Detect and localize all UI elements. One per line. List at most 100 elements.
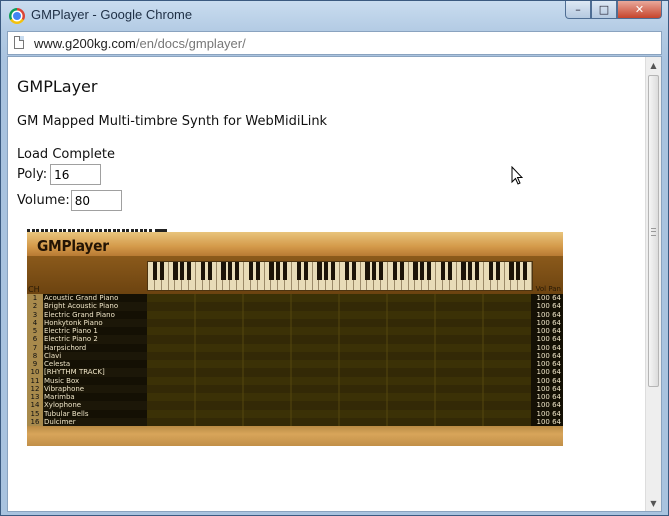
volume-row: Volume: xyxy=(17,190,122,211)
black-key[interactable] xyxy=(324,262,329,280)
channel-row[interactable]: 11 Music Box 100 64 xyxy=(27,376,563,385)
program-name[interactable]: Celesta xyxy=(43,360,147,368)
channel-row[interactable]: 8 Clavi 100 64 xyxy=(27,351,563,360)
black-key[interactable] xyxy=(447,262,452,280)
channel-row[interactable]: 16 Dulcimer 100 64 xyxy=(27,417,563,426)
channel-row[interactable]: 15 Tubular Bells 100 64 xyxy=(27,409,563,418)
black-key[interactable] xyxy=(522,262,528,280)
channel-row[interactable]: 5 Electric Piano 1 100 64 xyxy=(27,327,563,336)
channel-row[interactable]: 14 Xylophone 100 64 xyxy=(27,401,563,410)
channel-row[interactable]: 12 Vibraphone 100 64 xyxy=(27,384,563,393)
program-name[interactable]: Honkytonk Piano xyxy=(43,318,147,327)
channel-row[interactable]: 6 Electric Piano 2 100 64 xyxy=(27,335,563,344)
program-name[interactable]: Acoustic Grand Piano xyxy=(43,294,147,302)
program-name[interactable]: Harpsichord xyxy=(43,344,147,352)
black-key[interactable] xyxy=(228,262,233,280)
program-name[interactable]: Marimba xyxy=(43,393,147,401)
vol-pan-values: 100 64 xyxy=(536,409,562,418)
page-subtitle: GM Mapped Multi-timbre Synth for WebMidi… xyxy=(17,114,328,129)
channel-row[interactable]: 7 Harpsichord 100 64 xyxy=(27,343,563,352)
close-button[interactable]: ✕ xyxy=(617,1,662,19)
vol-pan-values: 100 64 xyxy=(536,417,562,426)
channel-row[interactable]: 2 Bright Acoustic Piano 100 64 xyxy=(27,302,563,311)
black-key[interactable] xyxy=(509,262,514,280)
scroll-down-arrow-icon[interactable]: ▼ xyxy=(646,495,661,511)
program-name[interactable]: Vibraphone xyxy=(43,384,147,393)
black-key[interactable] xyxy=(269,262,274,280)
black-key[interactable] xyxy=(344,262,350,280)
black-key[interactable] xyxy=(426,262,432,280)
program-name[interactable]: Tubular Bells xyxy=(43,410,147,418)
scrollbar-thumb[interactable] xyxy=(648,75,659,387)
black-key[interactable] xyxy=(186,262,192,280)
black-key[interactable] xyxy=(516,262,521,280)
black-key[interactable] xyxy=(255,262,260,280)
scroll-up-arrow-icon[interactable]: ▲ xyxy=(646,57,661,73)
black-key[interactable] xyxy=(495,262,500,280)
black-key[interactable] xyxy=(152,262,158,280)
black-key[interactable] xyxy=(159,262,164,280)
vertical-scrollbar[interactable]: ▲ ▼ xyxy=(645,57,661,511)
black-key[interactable] xyxy=(173,262,178,280)
black-key[interactable] xyxy=(399,262,404,280)
vol-pan-values: 100 64 xyxy=(536,343,562,352)
black-key[interactable] xyxy=(365,262,370,280)
channel-row[interactable]: 9 Celesta 100 64 xyxy=(27,360,563,369)
black-key[interactable] xyxy=(207,262,212,280)
black-key[interactable] xyxy=(180,262,185,280)
note-lane xyxy=(147,384,531,393)
poly-input[interactable] xyxy=(50,164,102,185)
black-key[interactable] xyxy=(303,262,308,280)
black-key[interactable] xyxy=(474,262,480,280)
page-title: GMPLayer xyxy=(17,77,98,96)
black-key[interactable] xyxy=(317,262,322,280)
black-key[interactable] xyxy=(200,262,206,280)
vol-pan-values: 100 64 xyxy=(536,302,562,311)
black-key[interactable] xyxy=(330,262,336,280)
maximize-button[interactable]: □ xyxy=(591,1,617,19)
black-key[interactable] xyxy=(276,262,281,280)
channel-row[interactable]: 3 Electric Grand Piano 100 64 xyxy=(27,310,563,319)
program-name[interactable]: Clavi xyxy=(43,351,147,360)
program-name[interactable]: Dulcimer xyxy=(43,417,147,426)
program-name[interactable]: Electric Piano 2 xyxy=(43,335,147,344)
black-key[interactable] xyxy=(234,262,240,280)
black-key[interactable] xyxy=(420,262,425,280)
channel-number: 10 xyxy=(27,368,43,377)
black-key[interactable] xyxy=(413,262,418,280)
black-key[interactable] xyxy=(488,262,494,280)
black-key[interactable] xyxy=(461,262,466,280)
program-name[interactable]: Bright Acoustic Piano xyxy=(43,302,147,311)
window-controls: – □ ✕ xyxy=(565,1,662,21)
channel-row[interactable]: 10 [RHYTHM TRACK] 100 64 xyxy=(27,368,563,377)
black-key[interactable] xyxy=(221,262,226,280)
program-name[interactable]: [RHYTHM TRACK] xyxy=(43,368,147,377)
black-key[interactable] xyxy=(296,262,302,280)
program-name[interactable]: Xylophone xyxy=(43,401,147,410)
black-key[interactable] xyxy=(351,262,356,280)
black-key[interactable] xyxy=(392,262,398,280)
black-key[interactable] xyxy=(468,262,473,280)
black-key[interactable] xyxy=(248,262,254,280)
black-key[interactable] xyxy=(378,262,384,280)
black-key[interactable] xyxy=(372,262,377,280)
gmplayer-synth[interactable]: GMPlayer CH Vol Pan 1 Acoustic Grand Pian… xyxy=(27,229,563,446)
channel-row[interactable]: 1 Acoustic Grand Piano 100 64 xyxy=(27,294,563,303)
piano-keyboard[interactable] xyxy=(147,261,533,291)
black-key[interactable] xyxy=(440,262,446,280)
url-text[interactable]: www.g200kg.com/en/docs/gmplayer/ xyxy=(34,36,246,51)
black-key[interactable] xyxy=(282,262,288,280)
program-name[interactable]: Music Box xyxy=(43,377,147,385)
program-name[interactable]: Electric Piano 1 xyxy=(43,327,147,335)
channel-number: 7 xyxy=(27,343,43,352)
vol-pan-values: 100 64 xyxy=(536,327,562,335)
channel-row[interactable]: 4 Honkytonk Piano 100 64 xyxy=(27,318,563,327)
title-bar[interactable]: GMPlayer - Google Chrome – □ ✕ xyxy=(1,1,668,31)
channel-row[interactable]: 13 Marimba 100 64 xyxy=(27,393,563,402)
note-lane xyxy=(147,302,531,311)
ch-column-label: CH xyxy=(28,285,40,294)
address-bar[interactable]: www.g200kg.com/en/docs/gmplayer/ xyxy=(7,31,662,55)
minimize-button[interactable]: – xyxy=(565,1,591,19)
program-name[interactable]: Electric Grand Piano xyxy=(43,311,147,319)
volume-input[interactable] xyxy=(70,190,122,211)
